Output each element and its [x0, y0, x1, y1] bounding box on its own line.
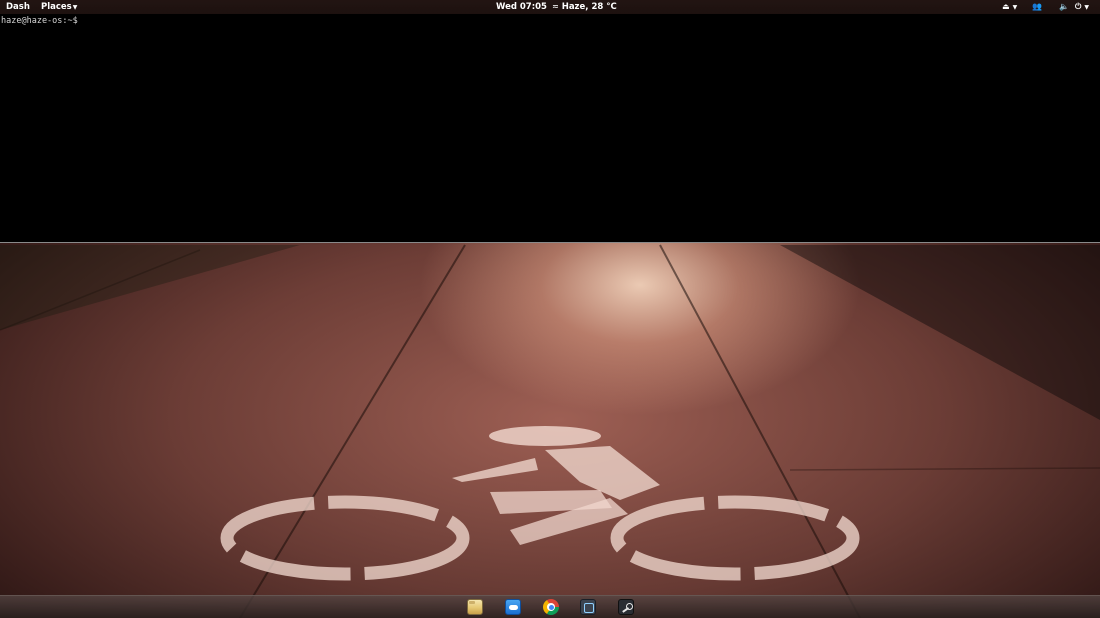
- volume-indicator[interactable]: 🔈: [1059, 0, 1069, 14]
- chrome-icon[interactable]: [543, 599, 559, 615]
- terminal-window[interactable]: haze@haze-os:~$: [0, 14, 1100, 243]
- eject-icon: ⏏: [1002, 2, 1010, 11]
- files-icon[interactable]: [467, 599, 483, 615]
- chevron-down-icon: ▼: [1084, 4, 1089, 11]
- places-menu-button[interactable]: Places▼: [41, 0, 77, 14]
- clock[interactable]: Wed 07:05: [496, 0, 547, 14]
- power-icon: ⏻: [1075, 2, 1082, 11]
- places-label: Places: [41, 2, 72, 12]
- top-panel: Dash Places▼ Wed 07:05 ≂ Haze, 28 °C ⏏ ▼ 👥…: [0, 0, 1100, 14]
- power-menu-button[interactable]: ⏻ ▼: [1075, 0, 1089, 14]
- screenshot-icon[interactable]: [580, 599, 596, 615]
- steam-icon[interactable]: [618, 599, 634, 615]
- dash-button[interactable]: Dash: [6, 0, 30, 14]
- chevron-down-icon: ▼: [72, 4, 78, 11]
- weather-indicator[interactable]: ≂ Haze, 28 °C: [552, 0, 617, 14]
- mail-icon[interactable]: [505, 599, 521, 615]
- volume-icon: 🔈: [1059, 2, 1069, 11]
- terminal-prompt: haze@haze-os:~$: [1, 16, 78, 26]
- eject-menu-button[interactable]: ⏏ ▼: [1002, 0, 1017, 14]
- haze-icon: ≂: [552, 2, 559, 11]
- chat-indicator[interactable]: 👥: [1032, 0, 1042, 14]
- weather-label: Haze, 28 °C: [561, 2, 617, 12]
- dock: [0, 595, 1100, 618]
- chevron-down-icon: ▼: [1012, 4, 1018, 11]
- chat-icon: 👥: [1032, 2, 1042, 11]
